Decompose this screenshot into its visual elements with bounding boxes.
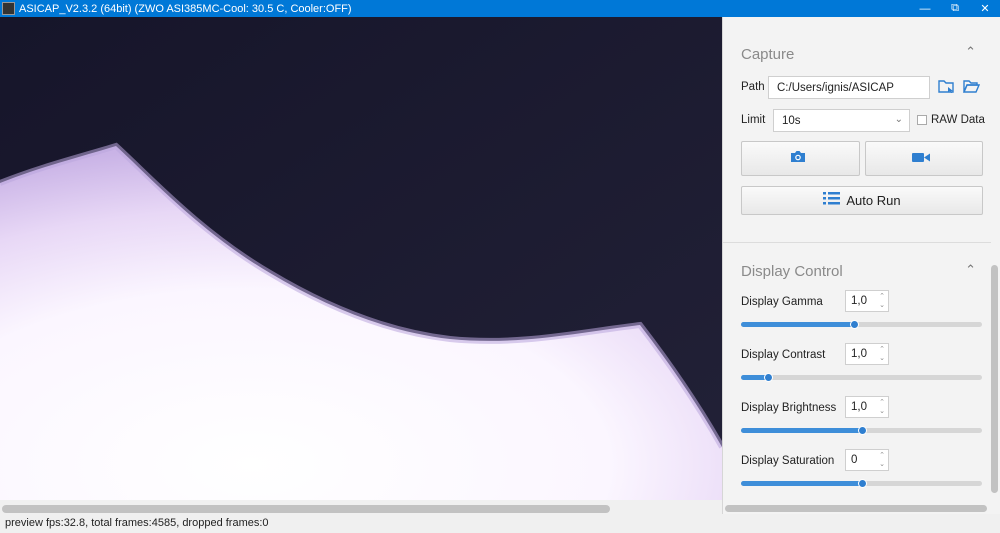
- folder-select-icon[interactable]: [938, 79, 955, 97]
- camera-preview[interactable]: [0, 17, 722, 500]
- display-gamma-label: Display Gamma: [741, 296, 823, 308]
- window-controls: — ⧉ ✕: [910, 0, 1000, 17]
- display-brightness-spinbox[interactable]: 1,0 ⌃ ⌄: [845, 396, 889, 418]
- spin-arrows-icon[interactable]: ⌃ ⌄: [879, 451, 885, 469]
- snapshot-button[interactable]: [741, 141, 860, 176]
- video-camera-icon: [912, 150, 930, 168]
- display-gamma-spinbox[interactable]: 1,0 ⌃ ⌄: [845, 290, 889, 312]
- capture-heading: Capture: [741, 46, 795, 63]
- display-saturation-value: 0: [851, 454, 858, 466]
- display-saturation-slider[interactable]: [741, 479, 982, 488]
- chevron-down-icon: ⌄: [894, 114, 903, 125]
- display-contrast-value: 1,0: [851, 348, 867, 360]
- panel-horizontal-scrollbar[interactable]: [725, 505, 987, 512]
- slider-fill: [741, 322, 855, 327]
- slider-handle[interactable]: [850, 320, 860, 329]
- app-icon: [2, 2, 15, 15]
- display-saturation-label: Display Saturation: [741, 455, 835, 467]
- minimize-button[interactable]: —: [910, 0, 940, 17]
- record-button[interactable]: [865, 141, 983, 176]
- list-icon: [823, 191, 841, 210]
- limit-select-value: 10s: [782, 115, 801, 127]
- maximize-button[interactable]: ⧉: [940, 0, 970, 17]
- preview-scroll-thumb[interactable]: [2, 505, 610, 513]
- raw-data-label: RAW Data: [931, 114, 985, 126]
- display-control-heading: Display Control: [741, 263, 843, 280]
- camera-icon: [790, 150, 806, 168]
- spin-arrows-icon[interactable]: ⌃ ⌄: [879, 292, 885, 310]
- preview-horizontal-scrollbar[interactable]: [0, 500, 722, 514]
- display-contrast-spinbox[interactable]: 1,0 ⌃ ⌄: [845, 343, 889, 365]
- limit-label: Limit: [741, 114, 766, 126]
- panel-vertical-scrollbar[interactable]: [991, 265, 998, 493]
- path-label: Path: [741, 81, 765, 93]
- auto-run-label: Auto Run: [846, 193, 901, 208]
- auto-run-button[interactable]: Auto Run: [741, 186, 983, 215]
- limit-select[interactable]: 10s ⌄: [773, 109, 910, 132]
- slider-handle[interactable]: [857, 479, 867, 488]
- spin-arrows-icon[interactable]: ⌃ ⌄: [879, 398, 885, 416]
- spin-arrows-icon[interactable]: ⌃ ⌄: [879, 345, 885, 363]
- display-gamma-slider[interactable]: [741, 320, 982, 329]
- display-brightness-slider[interactable]: [741, 426, 982, 435]
- folder-open-icon[interactable]: [962, 79, 981, 97]
- chevron-up-icon[interactable]: ⌃: [965, 262, 976, 278]
- control-panel: Capture ⌃ Path C:/Users/ignis/ASICAP Lim…: [722, 17, 1000, 514]
- display-brightness-value: 1,0: [851, 401, 867, 413]
- slider-handle[interactable]: [857, 426, 867, 435]
- display-saturation-spinbox[interactable]: 0 ⌃ ⌄: [845, 449, 889, 471]
- window-title: ASICAP_V2.3.2 (64bit) (ZWO ASI385MC-Cool…: [19, 2, 352, 15]
- slider-fill: [741, 428, 862, 433]
- raw-data-checkbox[interactable]: [917, 115, 927, 125]
- chevron-up-icon[interactable]: ⌃: [965, 44, 976, 60]
- slider-fill: [741, 481, 862, 486]
- slider-handle[interactable]: [763, 373, 773, 382]
- status-bar: preview fps:32.8, total frames:4585, dro…: [0, 514, 1000, 533]
- close-button[interactable]: ✕: [970, 0, 1000, 17]
- title-bar: ASICAP_V2.3.2 (64bit) (ZWO ASI385MC-Cool…: [0, 0, 1000, 17]
- section-divider: [723, 242, 991, 243]
- display-brightness-label: Display Brightness: [741, 402, 837, 414]
- display-contrast-label: Display Contrast: [741, 349, 826, 361]
- display-gamma-value: 1,0: [851, 295, 867, 307]
- path-field[interactable]: C:/Users/ignis/ASICAP: [768, 76, 930, 99]
- display-contrast-slider[interactable]: [741, 373, 982, 382]
